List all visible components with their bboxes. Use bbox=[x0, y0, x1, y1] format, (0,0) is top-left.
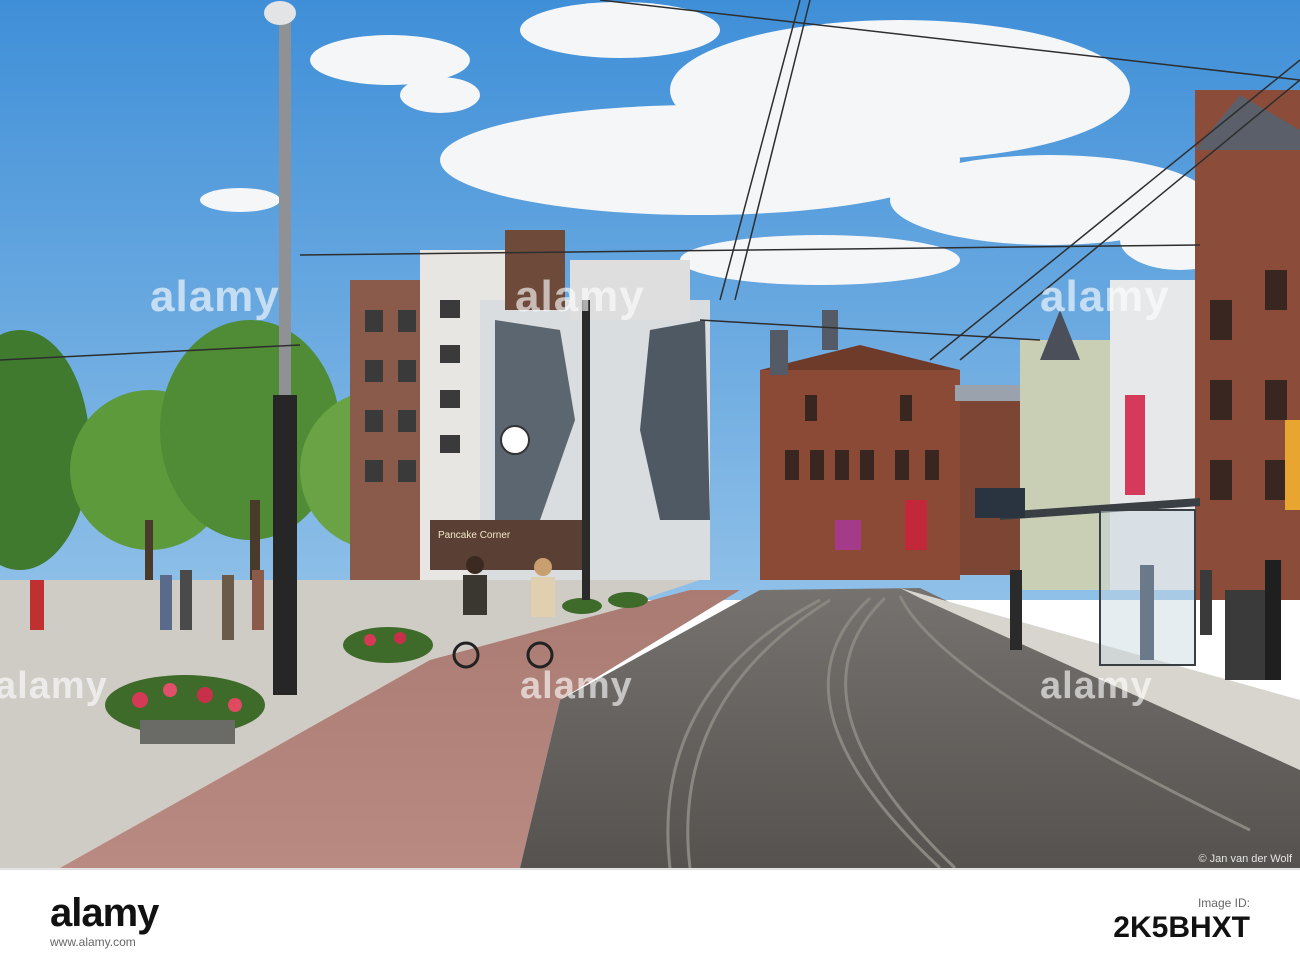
alamy-logo[interactable]: alamy bbox=[50, 891, 159, 936]
street-scene: Pancake Corner bbox=[0, 0, 1300, 868]
photo-credit: © Jan van der Wolf bbox=[1198, 853, 1293, 865]
tram-pole bbox=[582, 300, 590, 600]
image-id-block: Image ID: 2K5BHXT bbox=[1113, 895, 1250, 945]
street-photo: Pancake Corner alamy alamy alamy alamy a… bbox=[0, 0, 1300, 868]
image-id-label: Image ID: bbox=[1197, 896, 1250, 910]
mural-caption: Pancake Corner bbox=[438, 530, 511, 541]
footer-divider bbox=[0, 869, 1300, 870]
footer-url[interactable]: www.alamy.com bbox=[50, 935, 136, 949]
mural-building: Pancake Corner bbox=[350, 230, 710, 580]
stock-footer: alamy Image ID: 2K5BHXT www.alamy.com bbox=[0, 868, 1300, 957]
stock-photo-frame: Pancake Corner alamy alamy alamy alamy a… bbox=[0, 0, 1300, 957]
image-id-value: 2K5BHXT bbox=[1113, 911, 1250, 944]
